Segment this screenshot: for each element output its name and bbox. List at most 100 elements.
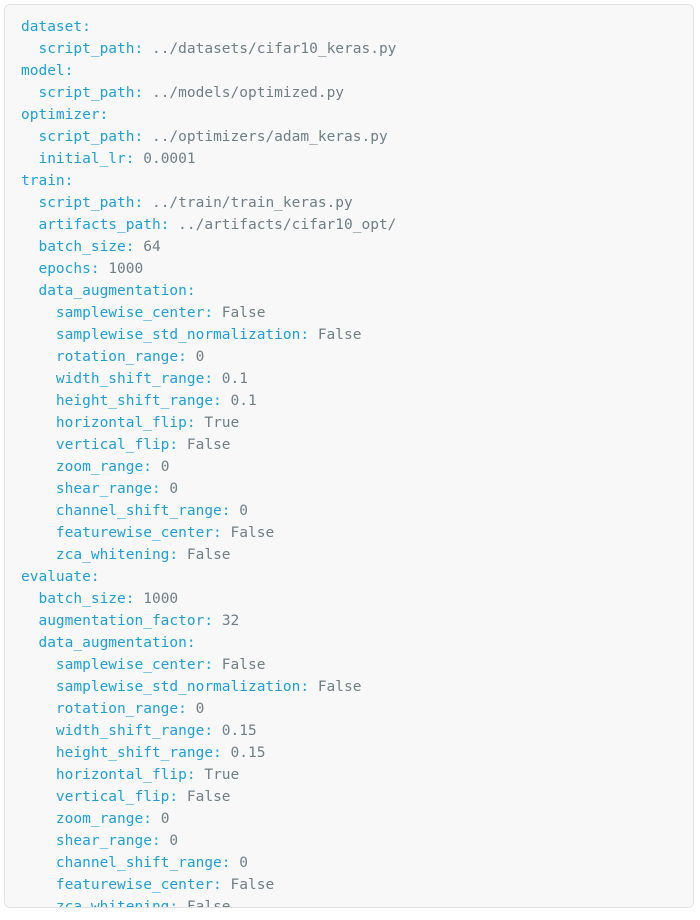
yaml-indent	[21, 85, 38, 101]
yaml-line: augmentation_factor: 32	[5, 610, 693, 632]
yaml-value: ../optimizers/adam_keras.py	[151, 129, 388, 145]
yaml-key: data_augmentation:	[38, 635, 196, 651]
yaml-key: channel_shift_range:	[55, 855, 231, 871]
yaml-value: 0	[160, 811, 170, 827]
yaml-key: width_shift_range:	[55, 723, 214, 739]
yaml-line: zca_whitening: False	[5, 544, 693, 566]
yaml-indent	[21, 41, 38, 57]
yaml-key: featurewise_center:	[55, 525, 222, 541]
yaml-space	[231, 855, 240, 871]
yaml-value: False	[186, 437, 231, 453]
yaml-indent	[21, 591, 38, 607]
yaml-value: 1000	[143, 591, 179, 607]
yaml-space	[143, 129, 152, 145]
yaml-key: zoom_range:	[55, 459, 152, 475]
yaml-line: featurewise_center: False	[5, 522, 693, 544]
yaml-key: dataset:	[21, 19, 91, 35]
yaml-key: script_path:	[38, 41, 144, 57]
yaml-value: 0.15	[230, 745, 266, 761]
yaml-indent	[21, 217, 38, 233]
yaml-key: shear_range:	[55, 481, 161, 497]
yaml-value: ../models/optimized.py	[151, 85, 345, 101]
yaml-indent	[21, 371, 56, 387]
yaml-indent	[21, 393, 56, 409]
yaml-indent	[21, 811, 56, 827]
yaml-key: artifacts_path:	[38, 217, 170, 233]
yaml-space	[100, 261, 109, 277]
yaml-indent	[21, 679, 56, 695]
yaml-indent	[21, 239, 38, 255]
yaml-key: evaluate:	[21, 569, 100, 585]
yaml-space	[187, 349, 196, 365]
yaml-key: epochs:	[38, 261, 100, 277]
yaml-key: augmentation_factor:	[38, 613, 214, 629]
yaml-line: horizontal_flip: True	[5, 412, 693, 434]
yaml-line: zoom_range: 0	[5, 808, 693, 830]
yaml-value: 32	[221, 613, 240, 629]
yaml-indent	[21, 547, 56, 563]
yaml-key: featurewise_center:	[55, 877, 222, 893]
yaml-space	[143, 85, 152, 101]
yaml-value: False	[186, 789, 231, 805]
yaml-line: vertical_flip: False	[5, 786, 693, 808]
yaml-indent	[21, 437, 56, 453]
yaml-value: False	[186, 899, 231, 908]
yaml-space	[309, 327, 318, 343]
yaml-line: dataset:	[5, 16, 693, 38]
yaml-code-block[interactable]: dataset: script_path: ../datasets/cifar1…	[5, 16, 693, 908]
yaml-space	[169, 217, 178, 233]
yaml-line: model:	[5, 60, 693, 82]
yaml-value: False	[230, 877, 275, 893]
yaml-value: 0.1	[221, 371, 248, 387]
yaml-value: ../train/train_keras.py	[151, 195, 353, 211]
yaml-line: rotation_range: 0	[5, 346, 693, 368]
yaml-key: optimizer:	[21, 107, 109, 123]
yaml-key: samplewise_std_normalization:	[55, 327, 310, 343]
yaml-line: width_shift_range: 0.15	[5, 720, 693, 742]
yaml-space	[231, 503, 240, 519]
yaml-key: samplewise_center:	[55, 305, 214, 321]
yaml-value: True	[204, 415, 240, 431]
yaml-space	[135, 591, 144, 607]
yaml-space	[178, 547, 187, 563]
yaml-space	[178, 789, 187, 805]
yaml-key: batch_size:	[38, 239, 135, 255]
yaml-indent	[21, 789, 56, 805]
yaml-key: zca_whitening:	[55, 547, 179, 563]
yaml-line: script_path: ../models/optimized.py	[5, 82, 693, 104]
yaml-space	[135, 151, 144, 167]
yaml-line: zca_whitening: False	[5, 896, 693, 908]
yaml-value: False	[221, 305, 266, 321]
yaml-line: samplewise_std_normalization: False	[5, 676, 693, 698]
yaml-value: 0.0001	[143, 151, 196, 167]
yaml-indent	[21, 745, 56, 761]
yaml-indent	[21, 129, 38, 145]
yaml-value: False	[230, 525, 275, 541]
yaml-space	[135, 239, 144, 255]
yaml-line: data_augmentation:	[5, 632, 693, 654]
yaml-space	[143, 41, 152, 57]
yaml-indent	[21, 657, 56, 673]
yaml-indent	[21, 327, 56, 343]
yaml-space	[143, 195, 152, 211]
yaml-space	[222, 525, 231, 541]
yaml-space	[213, 613, 222, 629]
yaml-space	[152, 811, 161, 827]
yaml-key: zca_whitening:	[55, 899, 179, 908]
yaml-indent	[21, 525, 56, 541]
yaml-key: rotation_range:	[55, 701, 187, 717]
yaml-key: shear_range:	[55, 833, 161, 849]
yaml-indent	[21, 723, 56, 739]
yaml-key: width_shift_range:	[55, 371, 214, 387]
yaml-line: evaluate:	[5, 566, 693, 588]
yaml-line: script_path: ../datasets/cifar10_keras.p…	[5, 38, 693, 60]
yaml-line: samplewise_center: False	[5, 302, 693, 324]
yaml-line: channel_shift_range: 0	[5, 852, 693, 874]
yaml-indent	[21, 833, 56, 849]
yaml-line: featurewise_center: False	[5, 874, 693, 896]
yaml-space	[213, 305, 222, 321]
yaml-value: 0.15	[221, 723, 257, 739]
yaml-space	[213, 723, 222, 739]
yaml-indent	[21, 613, 38, 629]
yaml-line: batch_size: 64	[5, 236, 693, 258]
